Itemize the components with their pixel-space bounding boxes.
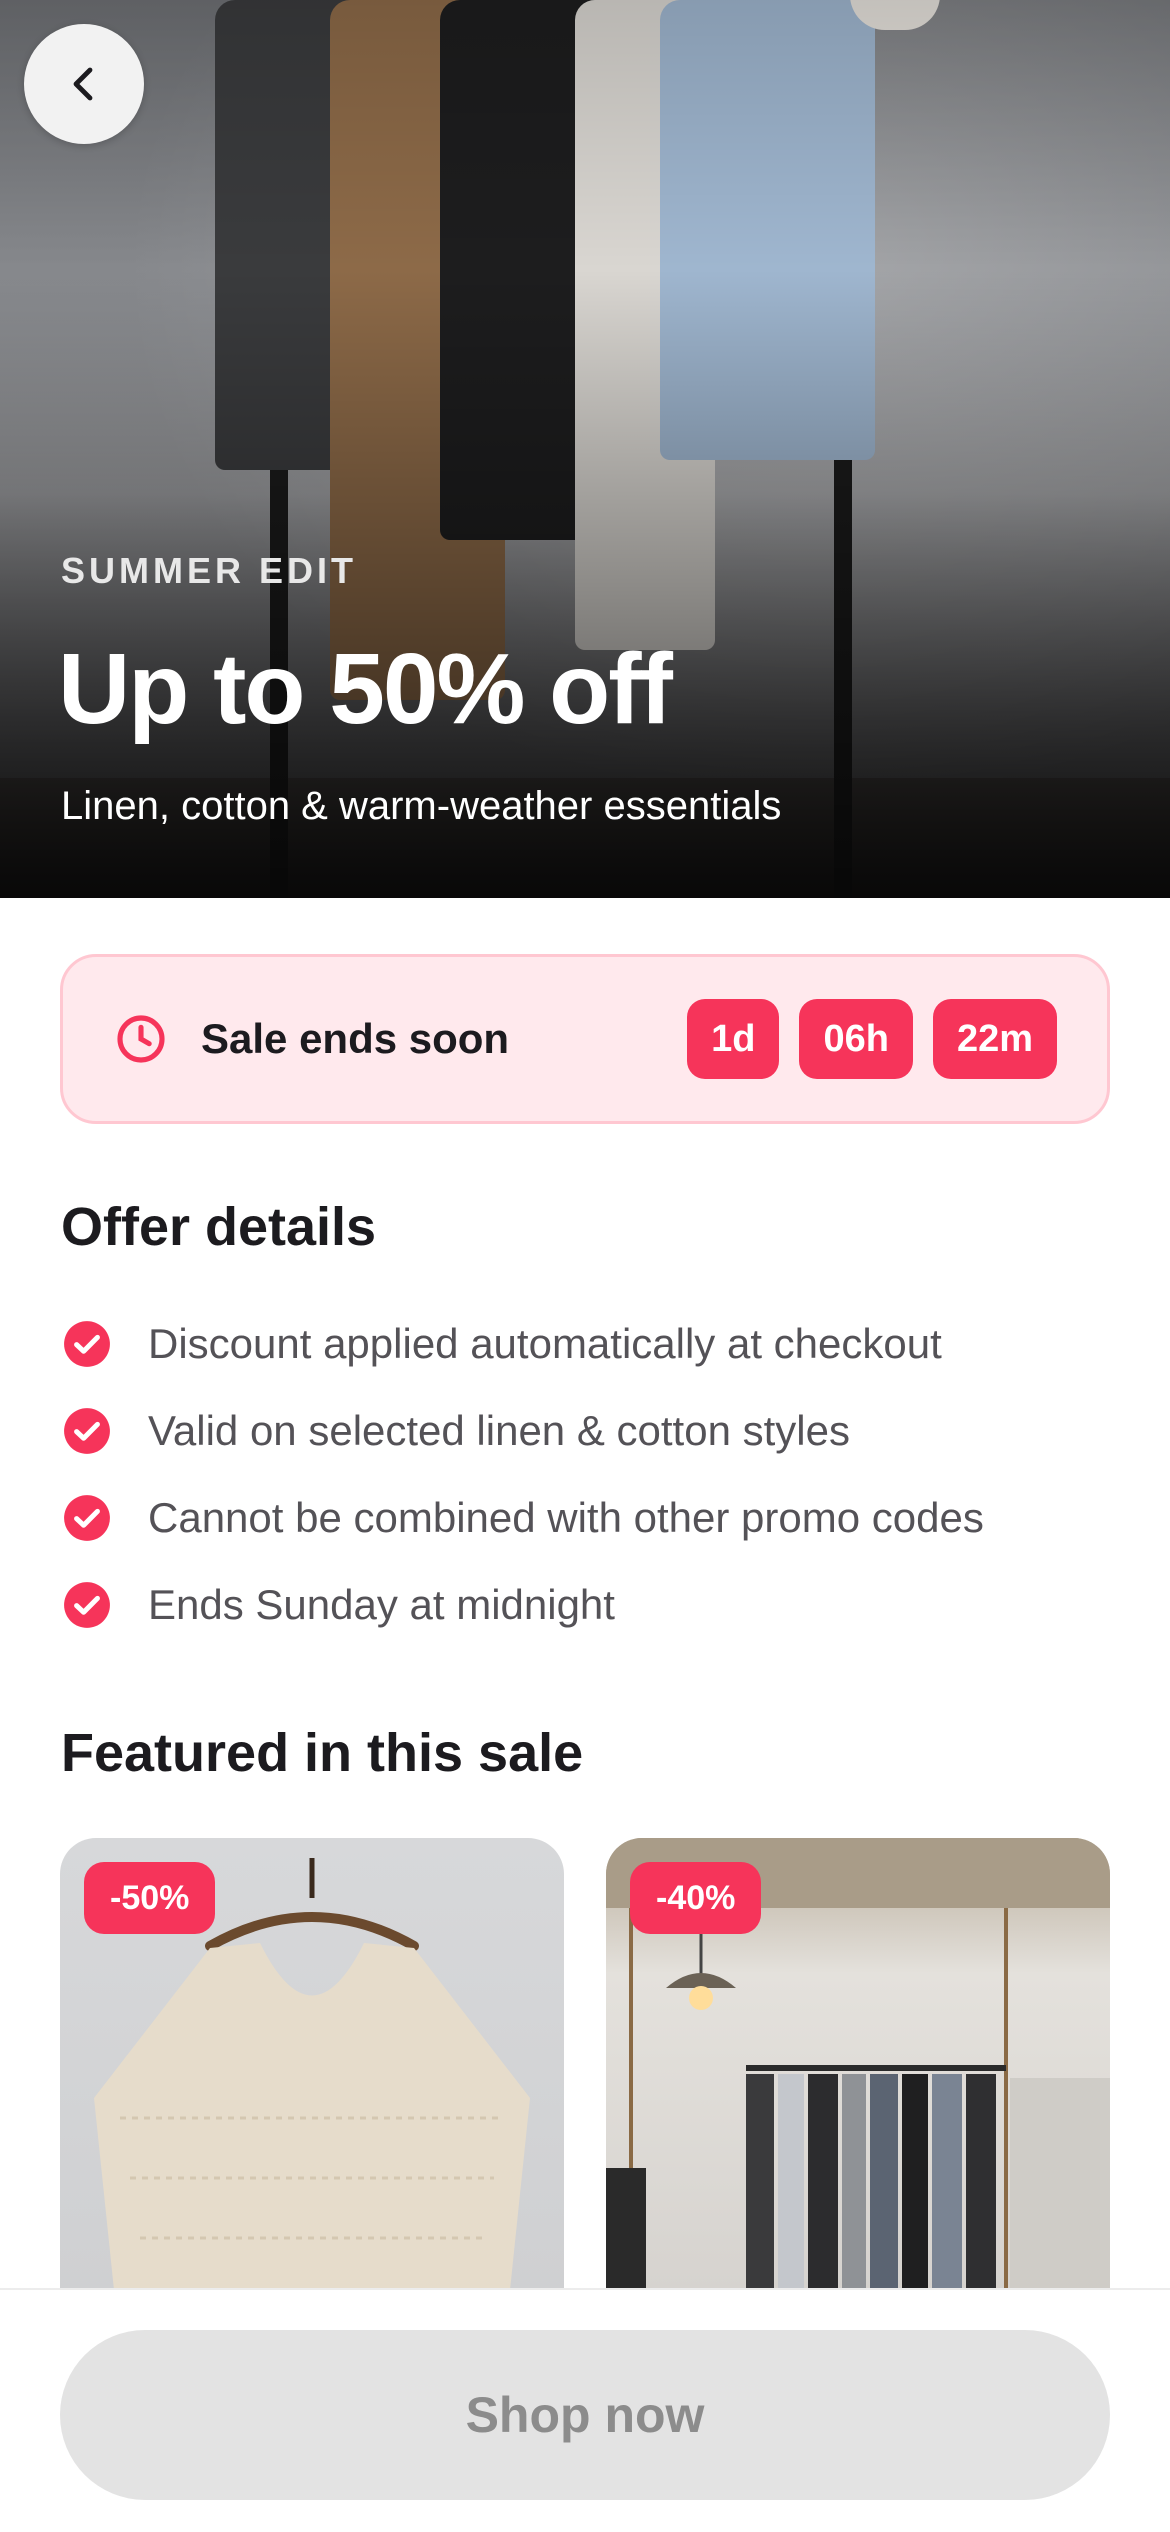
countdown-label: Sale ends soon xyxy=(201,1015,510,1062)
shop-now-button[interactable]: Shop now xyxy=(60,2330,1110,2500)
back-button[interactable] xyxy=(24,24,144,144)
product-card[interactable]: -50% xyxy=(60,1838,564,2290)
list-item: Ends Sunday at midnight xyxy=(62,1561,1122,1648)
offer-detail-text: Cannot be combined with other promo code… xyxy=(148,1493,984,1541)
list-item: Cannot be combined with other promo code… xyxy=(62,1474,1122,1561)
featured-title: Featured in this sale xyxy=(61,1723,584,1783)
hero-title: Up to 50% off xyxy=(58,633,673,745)
chevron-left-icon xyxy=(73,67,93,101)
countdown-timer: 1d 06h 22m xyxy=(687,999,1057,1079)
offer-detail-text: Discount applied automatically at checko… xyxy=(148,1319,942,1367)
offer-details-title: Offer details xyxy=(61,1197,377,1257)
featured-products: -50% -40% xyxy=(60,1838,1110,2290)
bottom-action-bar: Shop now xyxy=(0,2288,1170,2532)
list-item: Discount applied automatically at checko… xyxy=(62,1300,1122,1387)
hero-subtitle: Linen, cotton & warm-weather essentials xyxy=(61,784,782,828)
offer-detail-text: Ends Sunday at midnight xyxy=(148,1580,615,1628)
list-item: Valid on selected linen & cotton styles xyxy=(62,1387,1122,1474)
offer-detail-text: Valid on selected linen & cotton styles xyxy=(148,1406,850,1454)
sale-countdown: Sale ends soon 1d 06h 22m xyxy=(60,954,1110,1124)
countdown-days: 1d xyxy=(687,999,780,1079)
product-card[interactable]: -40% xyxy=(606,1838,1110,2290)
check-circle-icon xyxy=(64,1320,110,1367)
offer-details-list: Discount applied automatically at checko… xyxy=(62,1300,1122,1648)
discount-badge: -40% xyxy=(630,1862,762,1934)
check-circle-icon xyxy=(64,1407,110,1454)
hero-eyebrow: SUMMER EDIT xyxy=(61,550,357,591)
check-circle-icon xyxy=(64,1494,110,1541)
hero-gradient-overlay xyxy=(0,0,1170,898)
countdown-hours: 06h xyxy=(799,999,913,1079)
countdown-minutes: 22m xyxy=(932,999,1057,1079)
discount-badge: -50% xyxy=(84,1862,216,1934)
clock-icon xyxy=(117,1015,165,1063)
hero-banner: SUMMER EDIT Up to 50% off Linen, cotton … xyxy=(0,0,1170,898)
check-circle-icon xyxy=(64,1581,110,1628)
